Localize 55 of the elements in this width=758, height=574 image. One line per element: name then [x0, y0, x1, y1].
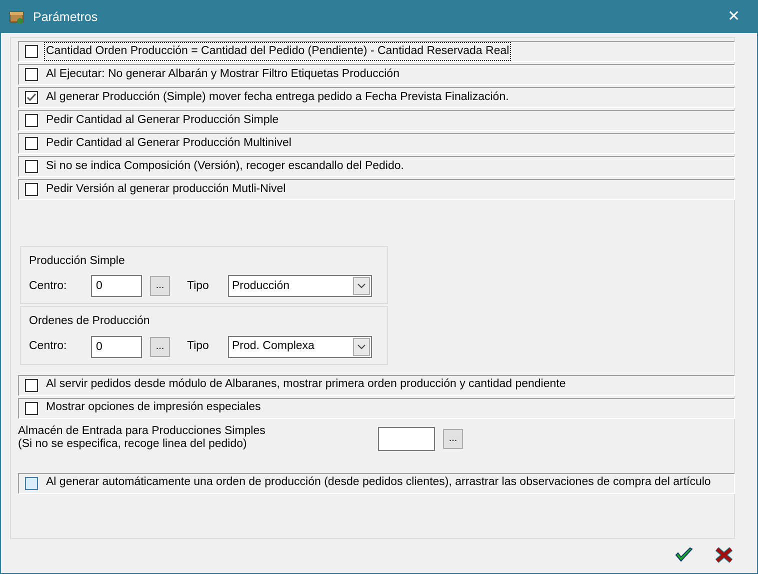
checkbox-label: Si no se indica Composición (Versión), recoger escandallo del Pedido. [45, 158, 405, 174]
checkbox[interactable] [25, 160, 38, 173]
checkbox-row[interactable]: Al servir pedidos desde módulo de Albaranes, mostrar primera orden producción y cantidad pendiente [18, 374, 735, 396]
checkbox[interactable] [25, 68, 38, 81]
field-hint: (Si no se especifica, recoge linea del pedido) [18, 438, 248, 450]
field-label: Tipo [187, 278, 210, 294]
dropdown[interactable]: Prod. Complexa [228, 336, 372, 358]
input-field[interactable] [378, 426, 435, 450]
check-icon [26, 92, 37, 103]
cancel-button[interactable] [713, 545, 735, 565]
browse-button[interactable]: ... [150, 336, 170, 356]
checkbox[interactable] [25, 114, 38, 127]
checkbox-label: Pedir Cantidad al Generar Producción Multinivel [45, 136, 292, 151]
checkbox[interactable] [25, 402, 38, 414]
checkbox-label: Al Ejecutar: No generar Albarán y Mostrar Filtro Etiquetas Producción [45, 66, 400, 82]
checkbox-row[interactable]: Si no se indica Composición (Versión), recoger escandallo del Pedido. [18, 156, 735, 177]
checkbox[interactable] [25, 476, 38, 490]
field-label: Centro: [29, 278, 68, 294]
input-field[interactable]: 0 [91, 275, 142, 298]
window-title: Parámetros [33, 8, 98, 26]
caret-icon [357, 344, 366, 350]
checkbox-label: Cantidad Orden Producción = Cantidad del Pedido (Pendiente) - Cantidad Reservada Real [44, 42, 512, 62]
dropdown[interactable]: Producción [228, 275, 372, 298]
checkbox-label: Al generar Producción (Simple) mover fecha entrega pedido a Fecha Prevista Finalización. [45, 90, 510, 105]
input-field[interactable]: 0 [91, 336, 142, 358]
caret-icon [357, 283, 366, 290]
check-icon [674, 546, 694, 564]
group-title: Ordenes de Producción [29, 314, 151, 330]
checkbox[interactable] [25, 137, 38, 150]
checkbox-row[interactable]: Al generar Producción (Simple) mover fecha entrega pedido a Fecha Prevista Finalización. [18, 87, 735, 108]
checkbox[interactable] [25, 183, 38, 196]
checkbox-row[interactable]: Pedir Versión al generar producción Mutli-Nivel [18, 179, 735, 200]
group-title: Producción Simple [29, 254, 126, 269]
checkbox[interactable] [25, 45, 38, 58]
checkbox-label: Pedir Versión al generar producción Mutli-Nivel [45, 182, 287, 197]
browse-button[interactable]: ... [443, 428, 463, 448]
checkbox-label: Pedir Cantidad al Generar Producción Simple [45, 112, 280, 128]
checkbox-label: Mostrar opciones de impresión especiales [45, 400, 262, 416]
checkbox-row[interactable]: Pedir Cantidad al Generar Producción Multinivel [18, 133, 735, 154]
checkbox-label: Al generar automáticamente una orden de producción (desde pedidos clientes), arrastrar las observaciones de compra del artículo [45, 475, 712, 490]
checkbox-row[interactable]: Pedir Cantidad al Generar Producción Simple [18, 110, 735, 131]
checkbox[interactable] [25, 378, 38, 392]
box-icon [9, 9, 25, 25]
close-button[interactable]: ✕ [711, 4, 757, 30]
checkbox-row[interactable]: Mostrar opciones de impresión especiales [18, 398, 735, 418]
checkbox-row[interactable]: Al Ejecutar: No generar Albarán y Mostrar Filtro Etiquetas Producción [18, 64, 735, 85]
checkbox-row[interactable]: Al generar automáticamente una orden de producción (desde pedidos clientes), arrastrar las observaciones de compra del artículo [18, 472, 735, 494]
cross-icon [714, 546, 734, 564]
field-label: Almacén de Entrada para Producciones Simples [18, 424, 266, 438]
checkbox-label: Al servir pedidos desde módulo de Albaranes, mostrar primera orden producción y cantidad pendiente [45, 377, 567, 392]
browse-button[interactable]: ... [150, 276, 170, 296]
field-label: Centro: [29, 338, 68, 354]
checkbox-row[interactable]: Cantidad Orden Producción = Cantidad del Pedido (Pendiente) - Cantidad Reservada Real [18, 41, 735, 62]
checkbox[interactable] [25, 91, 38, 104]
field-label: Tipo [187, 338, 210, 354]
